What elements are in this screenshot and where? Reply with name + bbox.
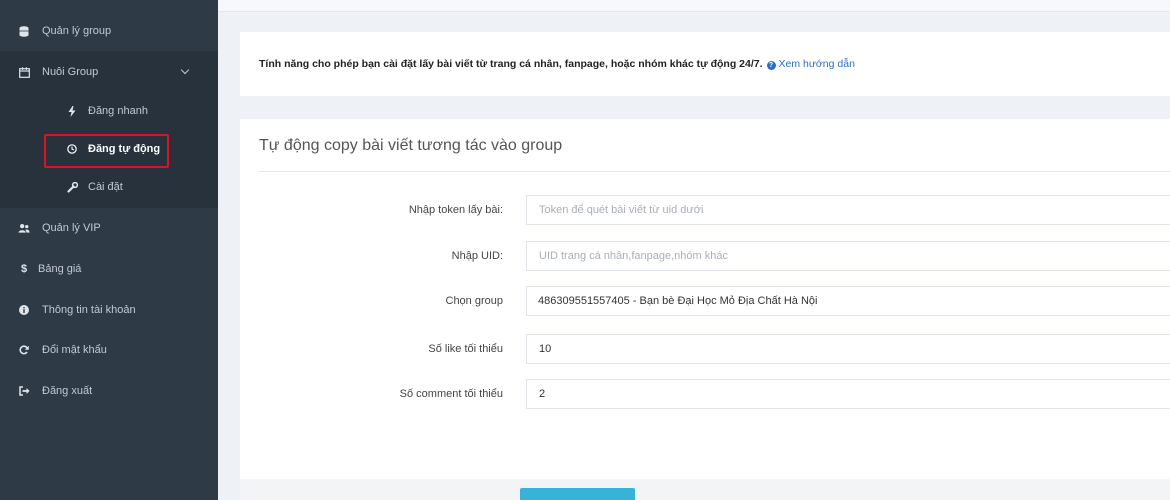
panel-title: Tự động copy bài viết tương tác vào grou… [259, 137, 563, 154]
sidebar-item-label: Thông tin tài khoản [42, 304, 136, 316]
group-select-value: 486309551557405 - Bạn bè Đại Học Mỏ Địa … [538, 295, 818, 307]
active-item-highlight [44, 134, 169, 168]
sign-out-icon [18, 385, 30, 397]
min-like-label: Số like tối thiểu [428, 343, 503, 355]
submit-button[interactable] [520, 488, 635, 500]
token-label: Nhập token lấy bài: [408, 204, 503, 216]
chevron-down-icon [180, 65, 190, 75]
auto-copy-panel: Tự động copy bài viết tương tác vào grou… [240, 119, 1170, 479]
bolt-icon [66, 105, 78, 117]
sidebar-subitem-settings[interactable]: Cài đặt [0, 168, 218, 206]
sidebar-item-label: Bảng giá [38, 263, 82, 275]
guide-link-label: Xem hướng dẫn [778, 58, 855, 70]
sidebar-item-account-info[interactable]: Thông tin tài khoản [0, 290, 218, 330]
panel-footer [240, 479, 1170, 500]
sidebar-subitem-quick-post[interactable]: Đăng nhanh [0, 92, 218, 130]
refresh-icon [18, 344, 30, 356]
sidebar-item-pricing[interactable]: $ Bảng giá [0, 249, 218, 289]
info-icon [18, 304, 30, 316]
sidebar-item-group-nurture[interactable]: Nuôi Group [0, 52, 218, 92]
feature-notice: Tính năng cho phép bạn cài đặt lấy bài v… [240, 32, 1170, 96]
question-icon: ? [766, 61, 776, 70]
sidebar-item-change-password[interactable]: Đổi mật khẩu [0, 330, 218, 370]
sidebar-item-logout[interactable]: Đăng xuất [0, 371, 218, 411]
uid-input[interactable] [526, 241, 1170, 271]
sidebar-subitem-label: Đăng nhanh [88, 105, 148, 117]
users-icon [18, 222, 30, 234]
divider [259, 171, 1170, 172]
sidebar-subitem-label: Cài đặt [88, 181, 123, 193]
sidebar: Quản lý group Nuôi Group Đăng nhanh Đăng… [0, 0, 218, 500]
sidebar-item-vip[interactable]: Quản lý VIP [0, 208, 218, 248]
wrench-icon [66, 181, 78, 193]
sidebar-item-label: Quản lý group [42, 25, 112, 37]
min-comment-input[interactable] [526, 379, 1170, 409]
sidebar-item-label: Quản lý VIP [42, 222, 101, 234]
sidebar-item-label: Nuôi Group [42, 66, 99, 78]
sidebar-item-label: Đổi mật khẩu [42, 344, 107, 356]
token-input[interactable] [526, 195, 1170, 225]
uid-label: Nhập UID: [451, 250, 503, 262]
guide-link[interactable]: ? Xem hướng dẫn [766, 58, 855, 70]
dollar-icon: $ [20, 263, 28, 275]
sidebar-item-group-management[interactable]: Quản lý group [0, 11, 218, 51]
sidebar-item-label: Đăng xuất [42, 385, 93, 397]
group-label: Chọn group [445, 295, 504, 307]
min-comment-label: Số comment tối thiểu [399, 388, 503, 400]
min-like-input[interactable] [526, 334, 1170, 364]
group-select[interactable]: 486309551557405 - Bạn bè Đại Học Mỏ Địa … [526, 286, 1170, 316]
database-icon [18, 25, 30, 37]
calendar-icon [18, 66, 30, 78]
top-bar [218, 0, 1170, 12]
notice-text: Tính năng cho phép bạn cài đặt lấy bài v… [259, 58, 763, 70]
